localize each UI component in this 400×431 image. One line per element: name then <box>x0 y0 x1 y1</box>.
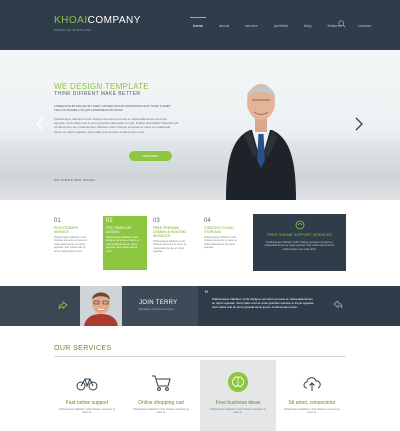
site-header: KHOAICOMPANY PREMIUM TEMPLATE home about… <box>0 0 400 50</box>
service-card[interactable]: Online shopping cart Pellentesque habita… <box>123 360 199 431</box>
support-text: Pellentesque habitant morbi tristique se… <box>264 241 335 251</box>
feature-text: Pellentesque habitant morbi tristique se… <box>204 236 238 250</box>
support-title: FREE ONLINE SUPPORT SERVICES <box>267 233 332 237</box>
logo-text-b: COMPANY <box>87 15 141 26</box>
hero-note: WE CREATE NEW IMAGES <box>54 178 96 182</box>
feature-card[interactable]: 03 FREE PREMIUM DOMAIN & HOSTING SERVICE… <box>150 216 194 270</box>
feature-number: 01 <box>54 218 61 224</box>
feature-text: Pellentesque habitant morbi tristique se… <box>106 236 140 253</box>
feature-number: 03 <box>153 218 160 224</box>
feature-title: CREATIVE CLOUD STOR AGE <box>204 226 234 234</box>
testimonial-quote: Pellentesque habitant morbi tristique se… <box>212 297 315 310</box>
band-left-panel <box>0 286 80 326</box>
service-card[interactable]: Free business ideas Pellentesque habitan… <box>200 360 276 431</box>
testimonial-name: JOIN TERRY <box>139 300 178 306</box>
slider-next-icon[interactable] <box>354 117 364 131</box>
feature-number: 04 <box>204 218 211 224</box>
slider-prev-icon[interactable] <box>35 117 45 131</box>
businessman-image <box>226 84 296 200</box>
hero-subtitle: THINK DIFIRENT MAKE BETTER <box>54 91 141 97</box>
support-box[interactable]: FREE ONLINE SUPPORT SERVICES Pellentesqu… <box>253 214 346 271</box>
service-text: Pellentesque habitant morbi tristique se… <box>284 408 340 415</box>
read-more-button[interactable]: read more <box>129 151 172 161</box>
nav-portfolio[interactable]: portfolio <box>274 23 288 28</box>
service-text: Pellentesque habitant morbi tristique se… <box>59 408 115 415</box>
services-title: OUR SERVICES <box>54 345 112 352</box>
service-text: Pellentesque habitant morbi tristique se… <box>210 408 266 415</box>
hero-lead: LOREM IPSUM DOLOR SIT AMET CONSECTETUR A… <box>54 104 171 113</box>
feature-number: 02 <box>106 218 113 224</box>
support-icon <box>295 220 304 230</box>
feature-text: Pellentesque habitant morbi tristique se… <box>54 236 88 253</box>
testimonial-role: Manager of Khoai Company <box>139 307 174 311</box>
nav-about[interactable]: about <box>219 23 229 28</box>
service-card[interactable]: Fast online support Pellentesque habitan… <box>49 360 125 431</box>
feature-card[interactable]: 01 PHOTOGRAPH SERVICE Pellentesque habit… <box>51 216 95 270</box>
service-title: Fast online support <box>65 400 109 406</box>
nav-blog[interactable]: blog <box>304 23 312 28</box>
service-card[interactable]: Sit amet, consectetur Pellentesque habit… <box>274 360 350 431</box>
logo[interactable]: KHOAICOMPANY PREMIUM TEMPLATE <box>54 15 141 33</box>
hero-title: WE DESIGN TEMPLATE <box>54 82 149 91</box>
bicycle-icon <box>76 378 98 391</box>
hero-background <box>0 140 400 200</box>
service-title: Online shopping cart <box>138 400 184 406</box>
service-text: Pellentesque habitant morbi tristique se… <box>133 408 189 415</box>
quote-icon: “ <box>205 289 208 299</box>
testimonial-avatar <box>80 286 122 326</box>
feature-card[interactable]: 04 CREATIVE CLOUD STOR AGE Pellentesque … <box>201 216 245 270</box>
feature-text: Pellentesque habitant morbi tristique se… <box>153 240 187 254</box>
cloud-upload-icon <box>303 377 321 391</box>
hero-body: Pellentesque habitant morbi tristique se… <box>54 117 179 134</box>
feature-title: FREE PREMIUM DOMAIN & HOSTING SERVICES <box>153 226 187 238</box>
logo-subtitle: PREMIUM TEMPLATE <box>54 28 91 32</box>
brain-icon <box>228 372 248 392</box>
nav-contact[interactable]: contact <box>358 23 371 28</box>
search-icon[interactable] <box>338 20 346 28</box>
main-nav: home about service portfolio blog featur… <box>189 16 387 33</box>
feature-title: PHOTOGRAPH SERVICE <box>54 226 79 234</box>
logo-text-a: KHOAI <box>54 15 88 26</box>
feature-card[interactable]: 02 PSD TEMPLATE DESIGN Pellentesque habi… <box>103 216 147 270</box>
services-divider <box>54 356 346 357</box>
forward-icon[interactable] <box>333 300 343 310</box>
nav-service[interactable]: service <box>245 23 258 28</box>
share-icon[interactable] <box>58 301 68 311</box>
feature-title: PSD TEMPLATE DESIGN <box>106 226 132 234</box>
hero-slider: WE DESIGN TEMPLATE THINK DIFIRENT MAKE B… <box>0 50 400 200</box>
shopping-cart-icon <box>152 375 171 391</box>
avatar-image <box>80 286 122 326</box>
service-title: Free business ideas <box>215 400 261 406</box>
service-title: Sit amet, consectetur <box>288 400 336 406</box>
nav-home[interactable]: home <box>189 16 207 28</box>
